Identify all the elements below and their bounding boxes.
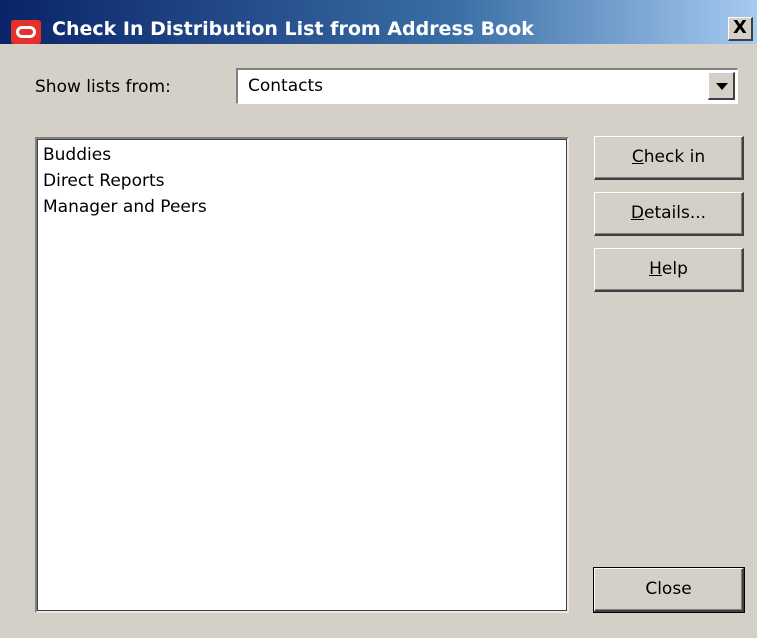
dropdown-button[interactable]: [708, 72, 735, 100]
list-item[interactable]: Buddies: [43, 145, 111, 165]
window-title: Check In Distribution List from Address …: [52, 18, 534, 40]
close-button[interactable]: Close: [593, 567, 745, 613]
check-in-button[interactable]: Check in: [594, 136, 744, 180]
show-lists-from-dropdown[interactable]: Contacts: [236, 68, 738, 104]
chevron-down-icon: [716, 83, 728, 90]
oracle-logo-icon: [11, 20, 41, 44]
dropdown-selected-value: Contacts: [248, 76, 323, 96]
close-icon[interactable]: X: [728, 17, 753, 41]
help-button[interactable]: Help: [594, 248, 744, 292]
details-label: etails...: [644, 203, 707, 223]
help-mnemonic: H: [649, 259, 662, 279]
details-mnemonic: D: [630, 203, 645, 223]
show-lists-from-label: Show lists from:: [35, 77, 171, 97]
list-item[interactable]: Manager and Peers: [43, 197, 207, 217]
details-button[interactable]: Details...: [594, 192, 744, 236]
check-in-label: heck in: [643, 147, 706, 167]
distribution-lists-listbox[interactable]: Buddies Direct Reports Manager and Peers: [35, 137, 569, 613]
list-item[interactable]: Direct Reports: [43, 171, 165, 191]
help-label: elp: [661, 259, 688, 279]
check-in-mnemonic: C: [631, 147, 644, 167]
close-label: Close: [645, 579, 692, 599]
title-bar[interactable]: Check In Distribution List from Address …: [0, 0, 757, 44]
